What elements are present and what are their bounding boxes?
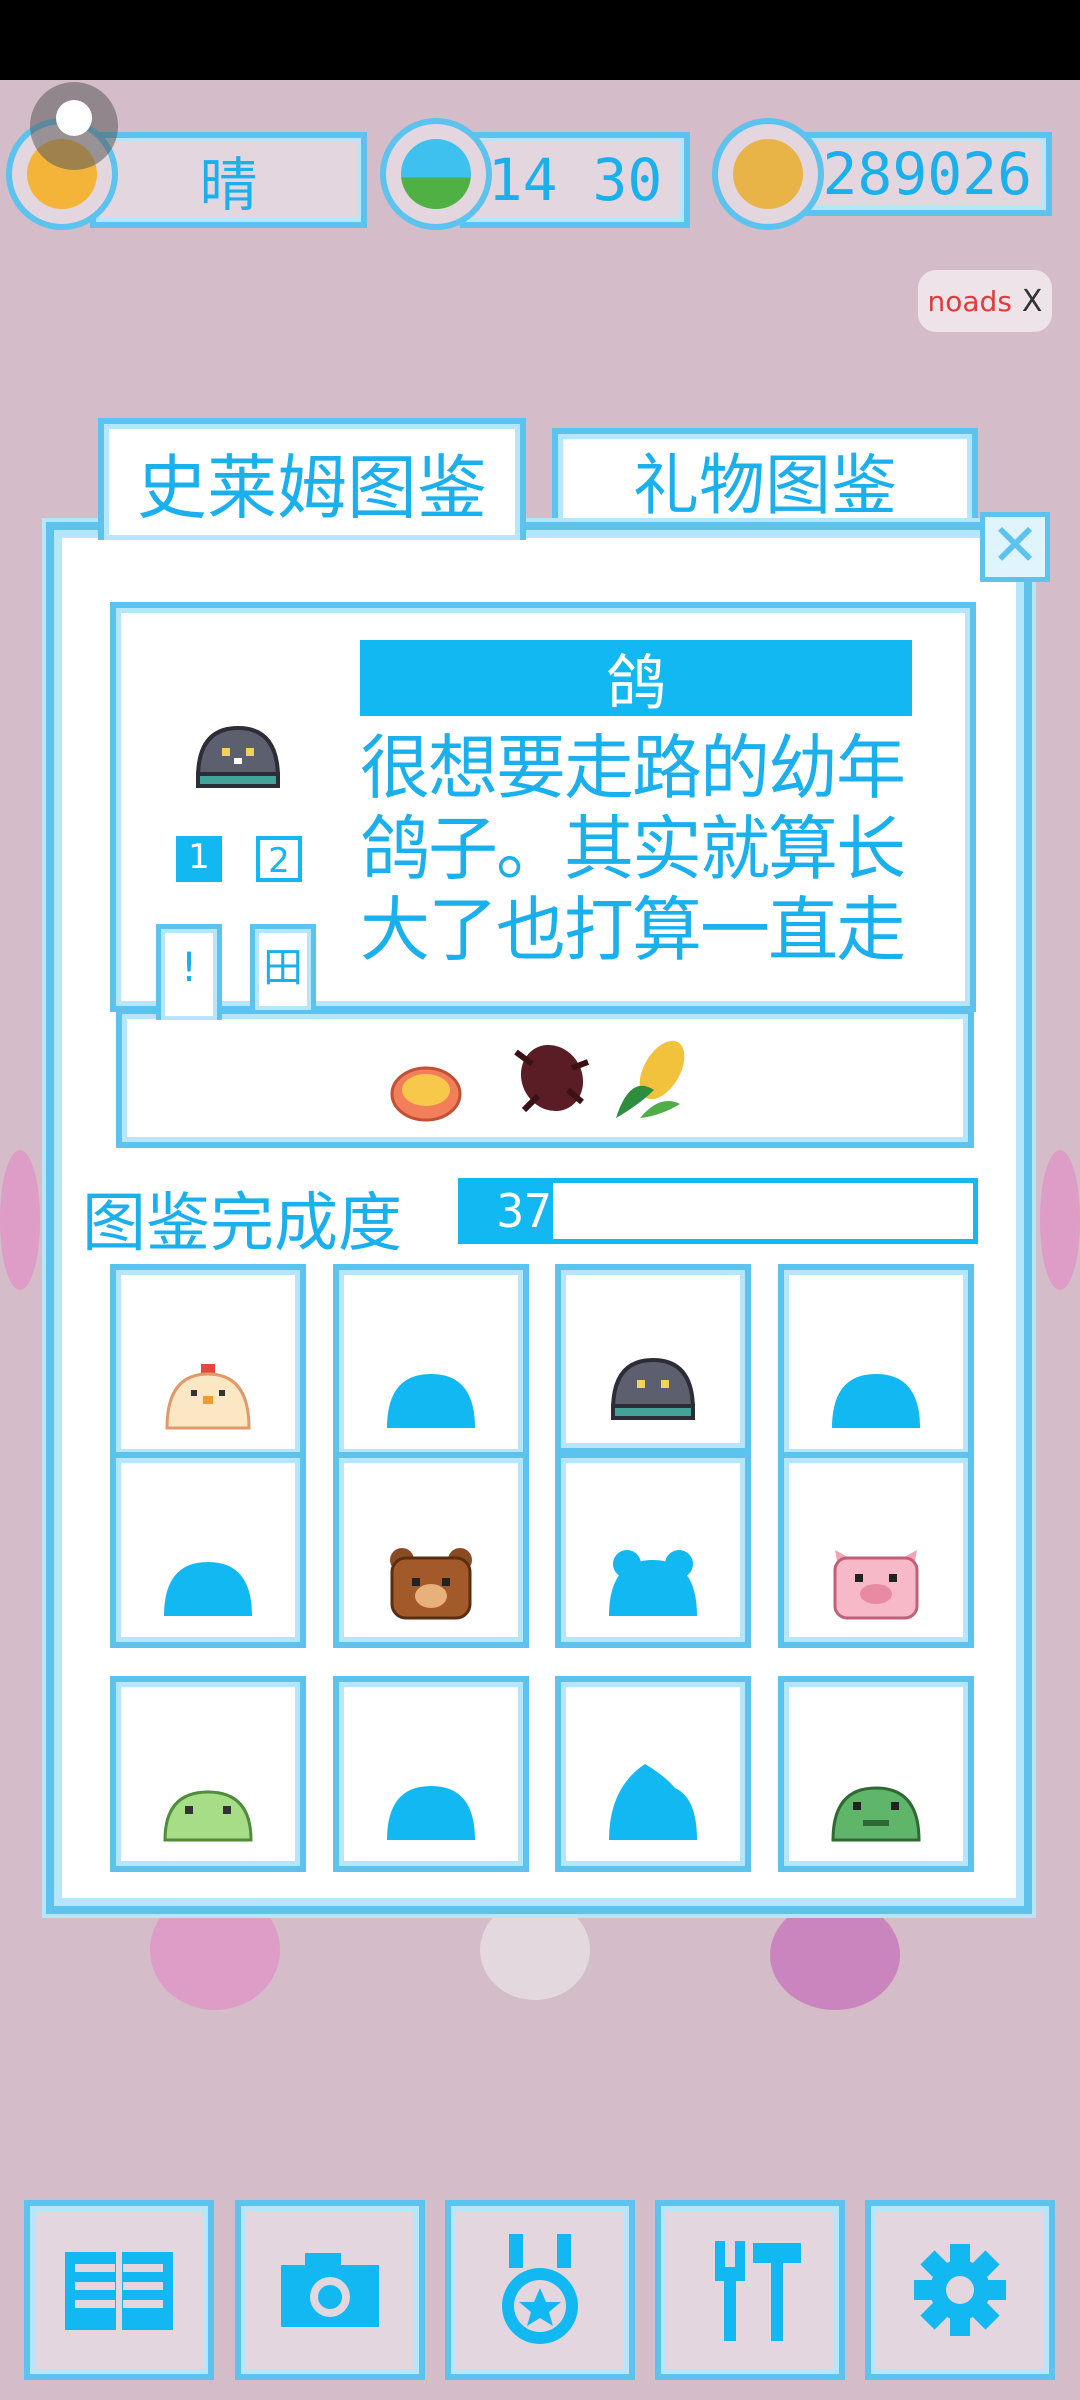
completion-progress-text: 37 / 210 (17.6%)	[496, 1184, 940, 1238]
slime-grid-cell[interactable]	[110, 1452, 306, 1648]
tab-slime-encyclopedia[interactable]: 史莱姆图鉴	[98, 418, 526, 540]
floating-menu-button[interactable]	[30, 82, 118, 170]
unknown-slime-icon	[383, 1370, 479, 1436]
unknown-slime-icon	[605, 1546, 701, 1624]
gear-icon	[914, 2244, 1006, 2336]
bear-slime-icon	[386, 1546, 476, 1624]
tab-gift-encyclopedia[interactable]: 礼物图鉴	[552, 428, 978, 526]
beetle-food-icon	[514, 1044, 590, 1113]
jelly-food-icon	[390, 1066, 462, 1122]
book-button[interactable]	[24, 2200, 214, 2380]
coins-hud: 289026	[712, 118, 1057, 236]
completion-label: 图鉴完成度	[82, 1187, 402, 1261]
noads-button[interactable]: noads X	[918, 270, 1052, 332]
slime-grid-cell[interactable]	[333, 1676, 529, 1872]
slime-grid-cell[interactable]	[110, 1676, 306, 1872]
slime-name: 鸽	[360, 640, 912, 719]
unknown-slime-icon	[160, 1558, 256, 1624]
status-bar	[0, 0, 1080, 80]
completion-progress-bar: 37 / 210 (17.6%)	[458, 1178, 978, 1244]
book-icon	[65, 2252, 173, 2330]
slime-grid-cell[interactable]	[778, 1676, 974, 1872]
settings-button[interactable]	[865, 2200, 1055, 2380]
slime-grid-cell[interactable]	[778, 1452, 974, 1648]
slime-grid-cell[interactable]	[333, 1264, 529, 1460]
frog-light-slime-icon	[161, 1784, 255, 1848]
bg-flower	[770, 1900, 900, 2010]
variant-2-button[interactable]: 2	[256, 836, 302, 882]
medal-icon	[502, 2234, 578, 2344]
unknown-slime-icon	[828, 1370, 924, 1436]
corn-food-icon	[616, 1040, 685, 1118]
unknown-slime-icon	[383, 1782, 479, 1848]
time-hud: 14 30	[380, 118, 690, 236]
tools-button[interactable]	[655, 2200, 845, 2380]
camera-button[interactable]	[235, 2200, 425, 2380]
coin-icon	[712, 118, 824, 230]
bg-flower	[0, 1150, 40, 1290]
time-text: 14 30	[460, 132, 690, 228]
pigeon-slime-icon	[195, 725, 281, 788]
frog-slime-icon	[829, 1780, 923, 1848]
noads-label: noads	[927, 284, 1012, 318]
weather-text: 晴	[90, 132, 367, 228]
bg-flower	[1040, 1150, 1080, 1290]
unknown-slime-icon	[605, 1758, 701, 1848]
tab-grid[interactable]: 田	[250, 924, 316, 1010]
pigeon-slime-icon	[605, 1354, 701, 1430]
tools-icon	[715, 2241, 801, 2341]
pig-slime-icon	[829, 1546, 923, 1624]
camera-icon	[281, 2253, 379, 2327]
slime-grid-cell[interactable]	[333, 1452, 529, 1648]
medal-button[interactable]	[445, 2200, 635, 2380]
slime-grid-cell[interactable]	[555, 1676, 751, 1872]
chick-slime-icon	[163, 1362, 253, 1436]
variant-1-button[interactable]: 1	[176, 836, 222, 882]
bg-flower	[480, 1900, 590, 2000]
tab-info[interactable]: !	[156, 924, 222, 1020]
slime-grid-cell[interactable]	[555, 1452, 751, 1648]
coins-text: 289026	[800, 132, 1052, 216]
close-button[interactable]: ✕	[980, 512, 1050, 582]
slime-description: 很想要走路的幼年鸽子。其实就算长大了也打算一直走	[360, 727, 906, 971]
landscape-icon	[380, 118, 492, 230]
noads-close-icon[interactable]: X	[1022, 284, 1043, 319]
slime-grid-cell[interactable]	[110, 1264, 306, 1460]
slime-grid-cell[interactable]	[555, 1264, 751, 1460]
slime-grid-cell[interactable]	[778, 1264, 974, 1460]
